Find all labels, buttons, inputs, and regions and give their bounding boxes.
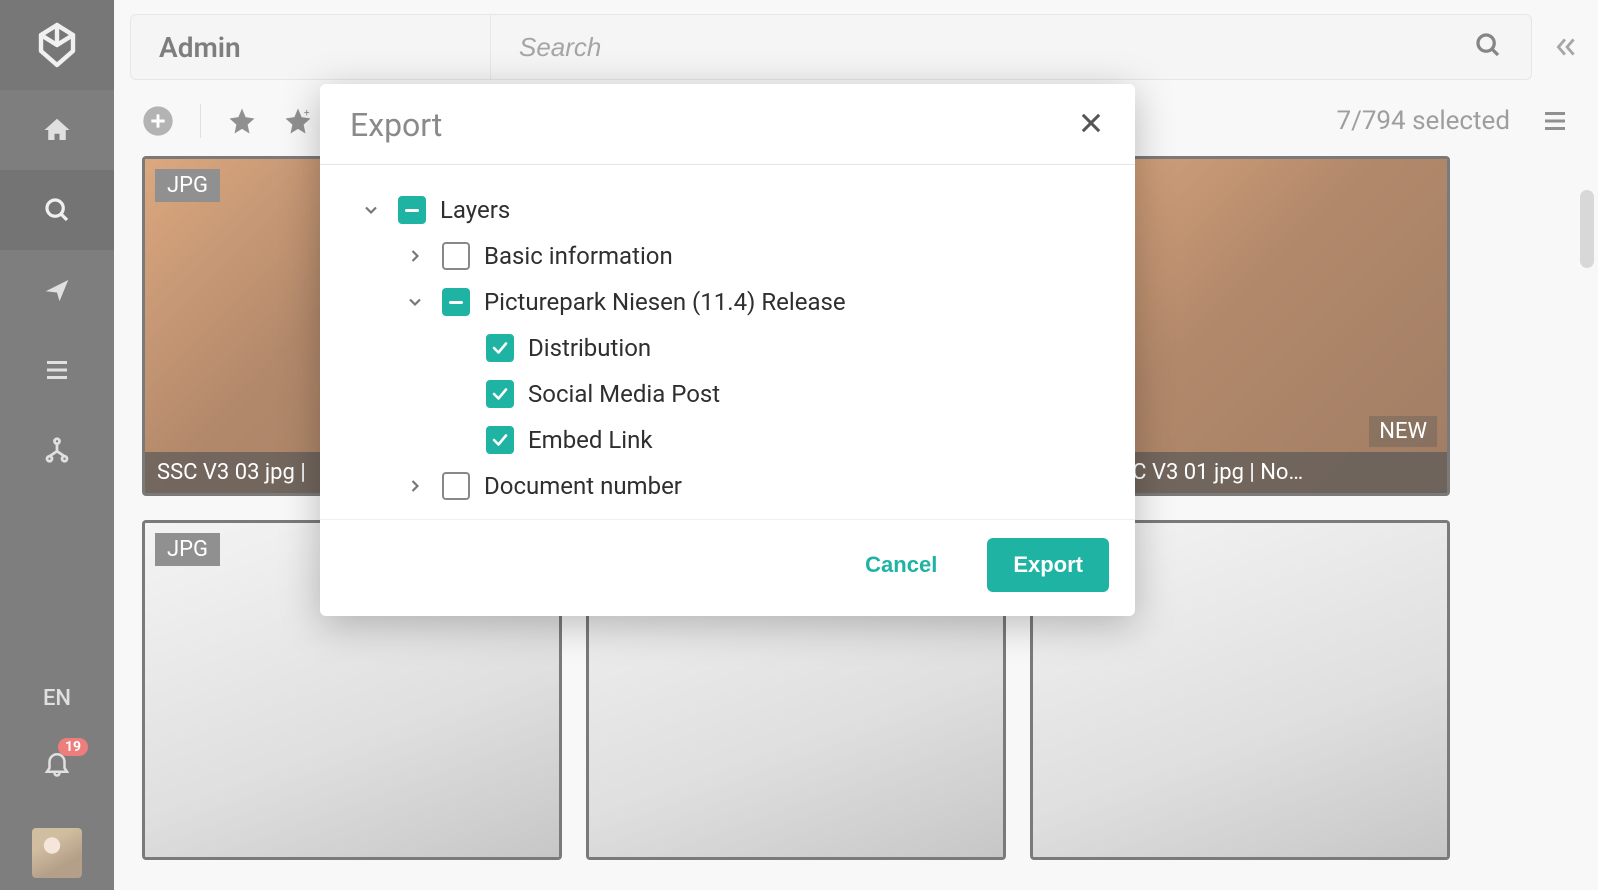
tree-label: Basic information <box>484 242 673 270</box>
dialog-header: Export <box>320 84 1135 165</box>
tree-item: Distribution <box>446 325 1117 371</box>
checkbox[interactable] <box>442 242 470 270</box>
cancel-button[interactable]: Cancel <box>839 538 963 592</box>
tree-item: Basic information <box>402 233 1117 279</box>
chevron-down-icon[interactable] <box>358 197 384 223</box>
tree-item: Social Media Post <box>446 371 1117 417</box>
tree-item: Picturepark Niesen (11.4) Release <box>402 279 1117 325</box>
tree-label: Layers <box>440 196 510 224</box>
chevron-right-icon[interactable] <box>402 243 428 269</box>
tree-label: Distribution <box>528 334 651 362</box>
checkbox[interactable] <box>486 380 514 408</box>
checkbox[interactable] <box>398 196 426 224</box>
tree-label: Picturepark Niesen (11.4) Release <box>484 288 846 316</box>
chevron-down-icon[interactable] <box>402 289 428 315</box>
dialog-footer: Cancel Export <box>320 519 1135 616</box>
tree-label: Social Media Post <box>528 380 720 408</box>
checkbox[interactable] <box>486 334 514 362</box>
chevron-right-icon[interactable] <box>402 473 428 499</box>
close-icon[interactable] <box>1077 109 1105 141</box>
export-dialog: Export Layers Basic information Picturepar… <box>320 84 1135 616</box>
tree-label: Document number <box>484 472 682 500</box>
checkbox[interactable] <box>442 288 470 316</box>
export-button[interactable]: Export <box>987 538 1109 592</box>
checkbox[interactable] <box>442 472 470 500</box>
tree-item: Document number <box>402 463 1117 509</box>
tree-item: Embed Link <box>446 417 1117 463</box>
export-tree: Layers Basic information Picturepark Niese… <box>320 165 1135 519</box>
tree-label: Embed Link <box>528 426 653 454</box>
tree-root: Layers <box>358 187 1117 233</box>
dialog-title: Export <box>350 106 442 144</box>
checkbox[interactable] <box>486 426 514 454</box>
